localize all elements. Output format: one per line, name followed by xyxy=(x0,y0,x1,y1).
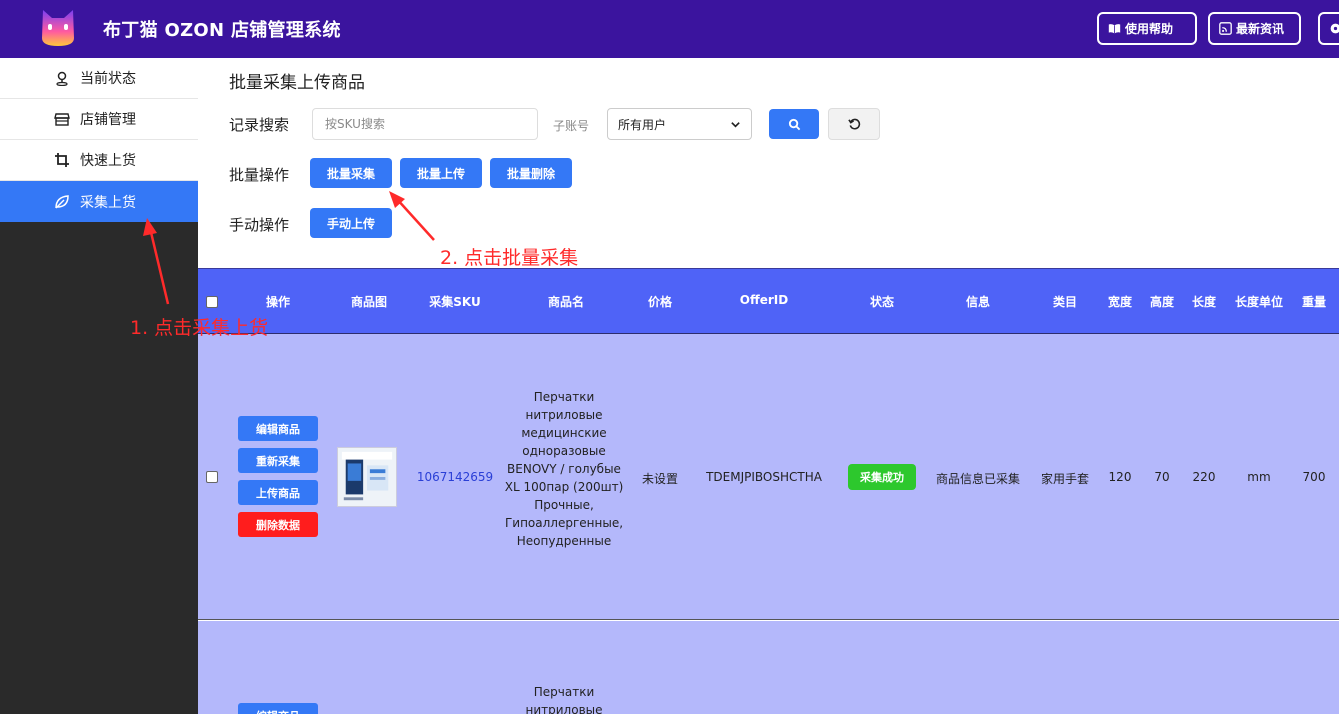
sidebar-item-label: 采集上货 xyxy=(80,194,136,211)
column-header: 状态 xyxy=(869,295,895,309)
sidebar-item-status[interactable]: 当前状态 xyxy=(0,58,198,99)
edit-product-button[interactable]: 编辑商品 xyxy=(238,703,318,714)
column-header: 信息 xyxy=(965,295,991,309)
annotation-step2: 2. 点击批量采集 xyxy=(440,247,579,269)
product-name: Перчатки нитриловые медицинские одноразо… xyxy=(504,390,624,548)
sku-search-input[interactable] xyxy=(312,108,538,140)
bulk-collect-button[interactable]: 批量采集 xyxy=(310,158,392,188)
bulk-delete-button[interactable]: 批量删除 xyxy=(490,158,572,188)
status-badge: 采集成功 xyxy=(848,464,916,490)
sidebar-item-collect-upload[interactable]: 采集上货 xyxy=(0,181,198,222)
location-icon xyxy=(56,71,68,86)
category: 家用手套 xyxy=(1040,472,1090,486)
recollect-button[interactable]: 重新采集 xyxy=(238,448,318,473)
sidebar-item-store[interactable]: 店铺管理 xyxy=(0,99,198,140)
table-header: 操作 商品图 采集SKU 商品名 价格 OfferID 状态 信息 类目 宽度 … xyxy=(198,268,1339,334)
collected-sku[interactable]: 1067142659 xyxy=(417,470,493,484)
sidebar-item-quick-upload[interactable]: 快速上货 xyxy=(0,140,198,181)
app-title: 布丁猫 OZON 店铺管理系统 xyxy=(103,20,341,41)
leaf-icon xyxy=(55,194,69,208)
column-header: 宽度 xyxy=(1107,295,1133,309)
help-button-label: 使用帮助 xyxy=(1125,22,1174,36)
sidebar-item-label: 当前状态 xyxy=(80,71,136,87)
width-value: 120 xyxy=(1108,470,1132,484)
manual-label: 手动操作 xyxy=(229,216,290,234)
length-unit: mm xyxy=(1247,470,1271,484)
search-button[interactable] xyxy=(769,109,819,139)
column-header: 长度 xyxy=(1191,295,1217,309)
price: 未设置 xyxy=(641,472,679,486)
column-header: 高度 xyxy=(1149,295,1175,309)
user-menu-button[interactable] xyxy=(1318,12,1339,45)
table-row: 编辑商品 Перчатки нитриловые xyxy=(198,621,1339,714)
offer-id: TDEMJPIBOSHCTHA xyxy=(706,470,822,484)
column-header: 类目 xyxy=(1052,295,1078,309)
row-checkbox[interactable] xyxy=(206,471,218,483)
sidebar-item-label: 快速上货 xyxy=(80,153,136,169)
upload-product-button[interactable]: 上传商品 xyxy=(238,480,318,505)
rss-icon xyxy=(1219,22,1232,35)
column-header: 长度单位 xyxy=(1234,295,1284,309)
column-header: 商品图 xyxy=(350,295,388,309)
column-header: OfferID xyxy=(739,293,789,307)
column-header: 商品名 xyxy=(547,295,585,309)
search-icon xyxy=(788,118,800,130)
product-image xyxy=(337,447,397,507)
reset-button[interactable] xyxy=(828,108,880,140)
delete-data-button[interactable]: 删除数据 xyxy=(238,512,318,537)
info: 商品信息已采集 xyxy=(935,472,1021,486)
reset-icon xyxy=(847,118,860,129)
bulk-upload-button[interactable]: 批量上传 xyxy=(400,158,482,188)
column-header: 重量 xyxy=(1301,295,1327,309)
bulk-label: 批量操作 xyxy=(229,166,290,184)
top-header: 布丁猫 OZON 店铺管理系统 使用帮助 最新资讯 xyxy=(0,0,1339,58)
help-button[interactable]: 使用帮助 xyxy=(1097,12,1197,45)
column-header: 价格 xyxy=(647,295,673,309)
weight-value: 700 xyxy=(1302,470,1326,484)
sidebar-item-label: 店铺管理 xyxy=(80,112,136,128)
height-value: 70 xyxy=(1154,470,1170,484)
page-title: 批量采集上传商品 xyxy=(229,73,365,93)
manual-upload-button[interactable]: 手动上传 xyxy=(310,208,392,238)
sub-account-label: 子账号 xyxy=(553,119,590,133)
column-header: 采集SKU xyxy=(429,295,481,309)
user-circle-icon xyxy=(1330,23,1339,34)
annotation-step1: 1. 点击采集上货 xyxy=(130,317,269,339)
search-label: 记录搜索 xyxy=(229,116,290,134)
sidebar: 当前状态 店铺管理 快速上货 采集上货 xyxy=(0,58,198,714)
column-header: 操作 xyxy=(265,295,291,309)
table-row: 编辑商品 重新采集 上传商品 删除数据 1067142659 Перчатки … xyxy=(198,334,1339,620)
news-button-label: 最新资讯 xyxy=(1236,22,1285,36)
length-value: 220 xyxy=(1192,470,1216,484)
store-icon xyxy=(54,113,70,126)
sub-account-select[interactable]: 所有用户 xyxy=(607,108,752,140)
product-name: Перчатки нитриловые xyxy=(525,685,603,714)
news-button[interactable]: 最新资讯 xyxy=(1208,12,1301,45)
cat-logo-icon xyxy=(42,10,74,46)
select-all-checkbox[interactable] xyxy=(206,296,218,308)
edit-product-button[interactable]: 编辑商品 xyxy=(238,416,318,441)
sub-account-value: 所有用户 xyxy=(618,117,667,132)
chevron-down-icon xyxy=(731,121,740,128)
crop-icon xyxy=(55,153,69,167)
book-icon xyxy=(1108,24,1121,34)
